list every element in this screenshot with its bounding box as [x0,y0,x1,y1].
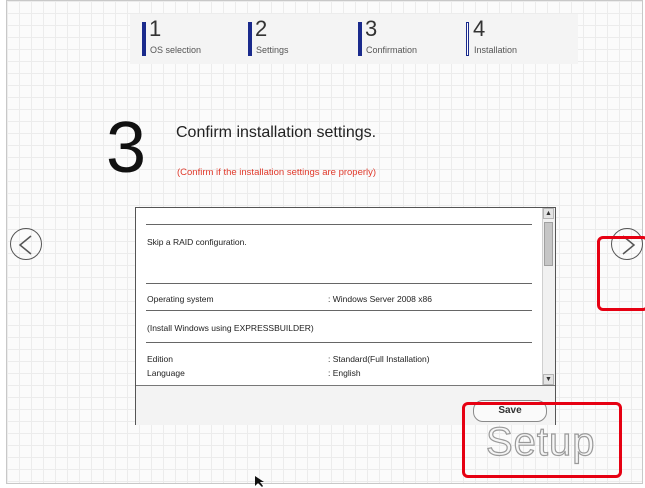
install-note: (Install Windows using EXPRESSBUILDER) [147,323,314,333]
divider [146,283,532,284]
scroll-thumb[interactable] [544,222,553,266]
mouse-cursor-icon [255,476,264,487]
raid-setting-text: Skip a RAID configuration. [147,237,247,247]
step-number: 3 [365,16,378,41]
back-arrow-icon[interactable] [10,228,42,260]
step-progress-bar: 1 OS selection 2 Settings 3 Confirmation… [130,14,578,64]
divider [146,342,532,343]
settings-list: Skip a RAID configuration. Operating sys… [136,208,542,384]
step-number: 2 [255,16,268,41]
scroll-down-icon[interactable]: ▼ [543,374,554,385]
os-label: Operating system [147,294,214,304]
edition-label: Edition [147,354,173,364]
page-step-number: 3 [106,108,147,188]
step-label: Settings [256,45,289,55]
settings-summary-panel: Skip a RAID configuration. Operating sys… [135,207,556,425]
divider [146,310,532,311]
os-value: : Windows Server 2008 x86 [328,294,432,304]
edition-value: : Standard(Full Installation) [328,354,430,364]
page-subtitle: (Confirm if the installation settings ar… [177,167,377,178]
step-label: Installation [474,45,518,55]
divider [146,224,532,225]
language-value: : English [328,368,361,378]
vertical-scrollbar[interactable]: ▲ ▼ [542,208,555,385]
step-number: 1 [149,16,162,41]
scroll-up-icon[interactable]: ▲ [543,208,554,219]
step-label: OS selection [150,45,202,55]
language-label: Language [147,368,185,378]
page-title: Confirm installation settings. [176,124,377,141]
setup-logo: Setup [485,419,596,464]
highlight-next-button [597,236,645,311]
step-label: Confirmation [366,45,418,55]
step-number: 4 [473,16,486,41]
